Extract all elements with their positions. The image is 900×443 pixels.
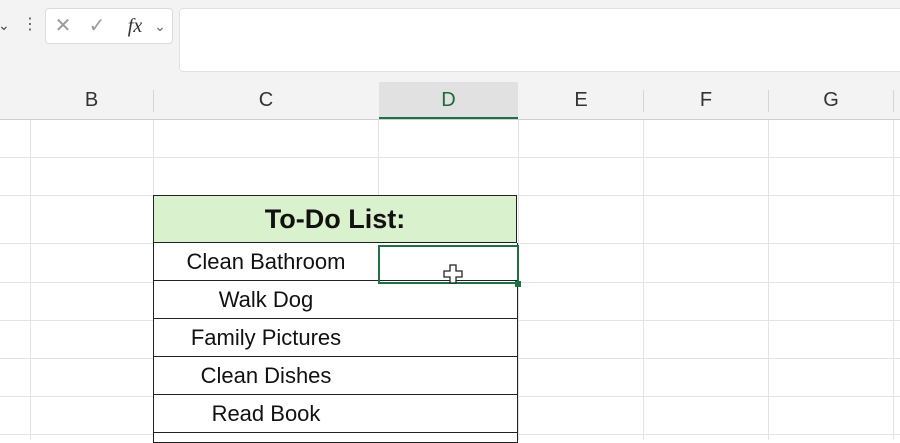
formula-bar: ⌄ ⋮ ✕ ✓ fx ⌄ [0, 0, 900, 82]
fill-handle[interactable] [515, 281, 521, 287]
todo-item-cell[interactable]: Read Book [153, 395, 379, 433]
name-box-dropdown-icon[interactable]: ⌄ [0, 12, 10, 38]
todo-item-cell[interactable]: Walk Dog [153, 281, 379, 319]
todo-item-cell[interactable]: Clean Bathroom [153, 243, 379, 281]
todo-title-cell[interactable]: To-Do List: [153, 195, 517, 243]
cancel-icon[interactable]: ✕ [52, 9, 74, 43]
todo-item-cell[interactable] [153, 433, 379, 443]
column-header-b[interactable]: B [30, 82, 153, 119]
column-header-e[interactable]: E [519, 82, 643, 119]
column-divider[interactable] [893, 90, 894, 112]
formula-input[interactable] [179, 8, 900, 72]
enter-icon[interactable]: ✓ [84, 9, 110, 43]
insert-function-button[interactable]: fx [120, 9, 150, 43]
status-cell[interactable] [378, 395, 518, 433]
todo-item-cell[interactable]: Family Pictures [153, 319, 379, 357]
todo-item-cell[interactable]: Clean Dishes [153, 357, 379, 395]
cross-cursor-icon [443, 264, 463, 284]
more-options-icon[interactable]: ⋮ [22, 12, 38, 38]
status-cell[interactable] [378, 281, 518, 319]
column-header-row: B C D E F G [0, 82, 900, 120]
column-header-g[interactable]: G [769, 82, 893, 119]
column-header-c[interactable]: C [154, 82, 378, 119]
formula-buttons: ✕ ✓ fx ⌄ [45, 8, 173, 44]
column-header-d[interactable]: D [379, 82, 518, 119]
status-cell[interactable] [378, 357, 518, 395]
status-cell[interactable] [378, 319, 518, 357]
status-cell[interactable] [378, 433, 518, 443]
column-header-f[interactable]: F [644, 82, 768, 119]
formula-dropdown-icon[interactable]: ⌄ [150, 9, 170, 43]
